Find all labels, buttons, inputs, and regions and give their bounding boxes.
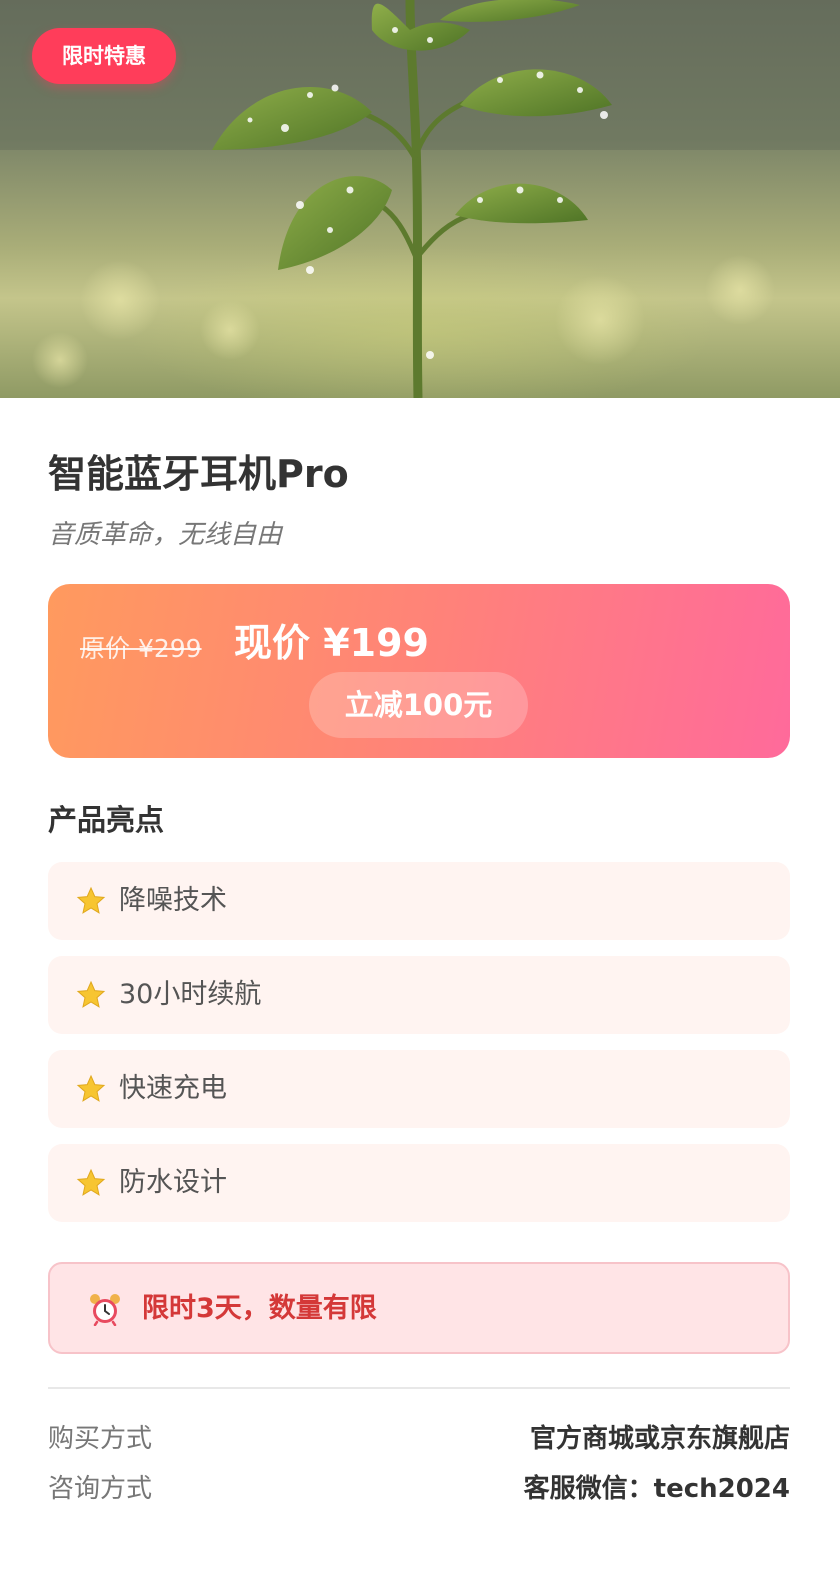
contact-method-value: 客服微信：tech2024 xyxy=(523,1474,790,1504)
star-icon xyxy=(76,980,106,1008)
star-icon xyxy=(76,886,106,914)
feature-item: 降噪技术 xyxy=(48,862,790,940)
purchase-method-value: 官方商城或京东旗舰店 xyxy=(529,1424,790,1454)
feature-label: 快速充电 xyxy=(119,1073,227,1104)
star-icon xyxy=(76,1074,106,1102)
urgency-notice: 限时3天，数量有限 xyxy=(48,1262,790,1354)
highlights-title: 产品亮点 xyxy=(48,803,165,837)
product-title: 智能蓝牙耳机Pro xyxy=(48,452,349,496)
feature-item: 防水设计 xyxy=(48,1144,790,1222)
contact-method-label: 咨询方式 xyxy=(48,1474,153,1504)
discount-badge: 立减100元 xyxy=(309,672,528,738)
original-price: 原价 ¥299 xyxy=(80,634,202,663)
feature-label: 30小时续航 xyxy=(119,979,262,1010)
price-card: 原价 ¥299 现价 ¥199 立减100元 xyxy=(48,584,790,758)
feature-label: 降噪技术 xyxy=(119,885,227,916)
divider xyxy=(48,1387,790,1389)
alarm-clock-icon xyxy=(90,1294,120,1326)
product-subtitle: 音质革命，无线自由 xyxy=(48,520,283,550)
feature-item: 快速充电 xyxy=(48,1050,790,1128)
promo-tag: 限时特惠 xyxy=(32,28,176,84)
feature-label: 防水设计 xyxy=(119,1167,227,1198)
purchase-method-label: 购买方式 xyxy=(48,1424,153,1454)
star-icon xyxy=(76,1168,106,1196)
current-price: 现价 ¥199 xyxy=(234,621,429,665)
feature-item: 30小时续航 xyxy=(48,956,790,1034)
hero-image: 限时特惠 xyxy=(0,0,840,398)
urgency-text: 限时3天，数量有限 xyxy=(142,1293,377,1324)
